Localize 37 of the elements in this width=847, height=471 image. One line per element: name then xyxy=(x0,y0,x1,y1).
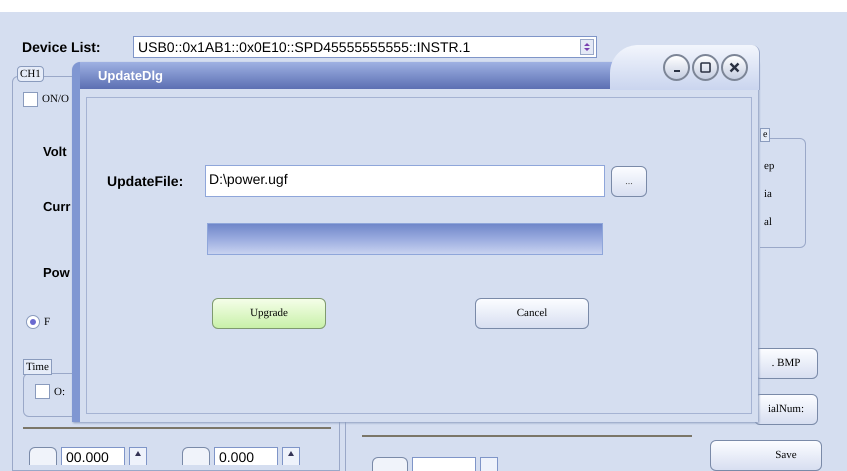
step-button[interactable] xyxy=(372,457,408,471)
update-file-label: UpdateFile: xyxy=(107,172,184,191)
close-button[interactable] xyxy=(721,54,748,81)
maximize-button[interactable] xyxy=(692,54,719,81)
option-label: ep xyxy=(764,159,776,173)
step-button[interactable] xyxy=(29,446,57,464)
radio-button[interactable] xyxy=(26,315,40,330)
minimize-icon xyxy=(674,70,680,72)
radio-label: F xyxy=(44,315,50,330)
output-label: ON/O xyxy=(42,92,69,107)
dialog-title: UpdateDlg xyxy=(98,66,163,85)
step-button[interactable] xyxy=(182,446,210,464)
device-dropdown[interactable]: USB0::0x1AB1::0x0E10::SPD45555555555::INSTR.1 xyxy=(133,36,597,58)
maximize-icon xyxy=(700,62,711,73)
close-icon xyxy=(729,62,740,73)
update-file-field[interactable]: D:\power.ugf xyxy=(205,165,605,197)
upgrade-button[interactable]: Upgrade xyxy=(212,298,326,329)
group-tab[interactable]: e xyxy=(760,128,770,142)
field-label: Volt xyxy=(43,142,67,160)
spin-field[interactable] xyxy=(412,457,476,471)
option-label: ia xyxy=(764,187,773,201)
field-label: Curr xyxy=(43,198,70,216)
timer-tab[interactable]: Time xyxy=(23,358,52,374)
cancel-button[interactable]: Cancel xyxy=(475,298,589,329)
side-button[interactable]: ialNum: xyxy=(754,394,818,425)
checkbox[interactable] xyxy=(35,384,50,398)
channel-tab[interactable]: CH1 xyxy=(17,66,44,82)
spin-field[interactable]: 00.000 xyxy=(61,446,125,464)
side-button[interactable]: Save xyxy=(710,440,822,471)
checkbox[interactable] xyxy=(23,92,38,107)
field-label: Pow xyxy=(43,264,70,282)
timer-label: O: xyxy=(54,384,65,400)
device-list-label: Device List: xyxy=(22,38,102,56)
browse-button[interactable]: ... xyxy=(611,166,647,196)
spin-field[interactable]: 0.000 xyxy=(214,446,278,464)
minimize-button[interactable] xyxy=(663,54,690,81)
option-label: al xyxy=(764,215,773,229)
